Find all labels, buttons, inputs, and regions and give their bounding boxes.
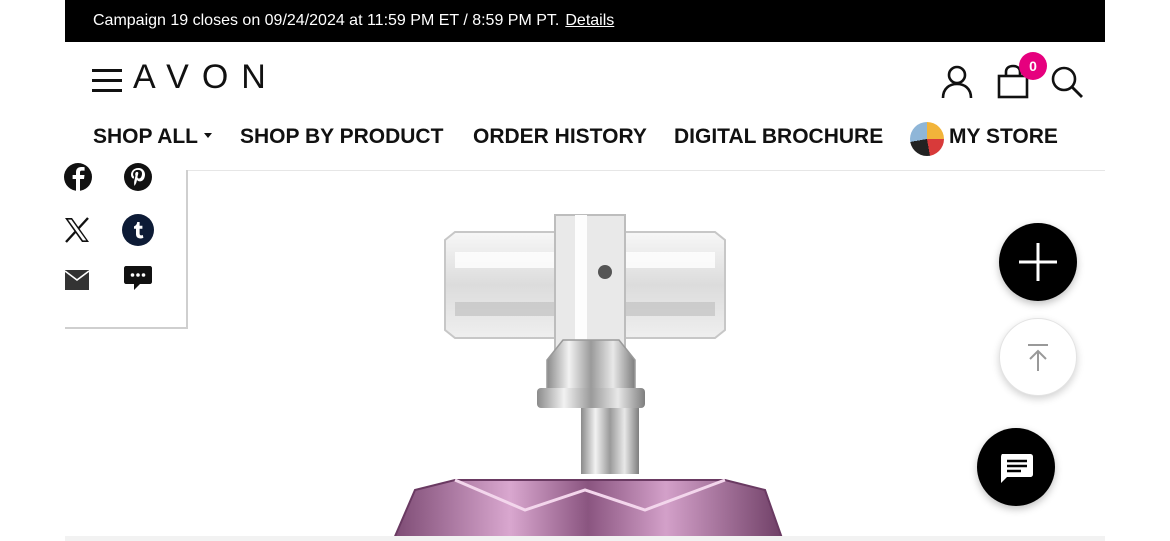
x-icon[interactable] [63,216,91,244]
nav-shop-by-product[interactable]: SHOP BY PRODUCT [240,125,443,149]
plus-icon[interactable] [999,223,1077,301]
search-icon[interactable] [1049,64,1085,100]
facebook-icon[interactable] [63,162,93,192]
chat-icon[interactable] [977,428,1055,506]
sms-icon[interactable] [124,265,152,291]
menu-icon[interactable] [92,66,122,96]
promo-bar: Campaign 19 closes on 09/24/2024 at 11:5… [65,0,1105,42]
cart-count-badge: 0 [1019,52,1047,80]
avon-logo[interactable]: AVON [133,58,279,97]
nav-my-store[interactable]: MY STORE [949,125,1058,149]
nav-shop-all[interactable]: SHOP ALL [93,125,213,149]
email-icon[interactable] [65,268,89,292]
nav-order-history[interactable]: ORDER HISTORY [473,125,647,149]
promo-details-link[interactable]: Details [565,12,614,30]
account-icon[interactable] [940,64,974,100]
store-avatar[interactable] [910,122,944,156]
arrow-up-icon[interactable] [999,318,1077,396]
page-bottom-divider [65,536,1105,541]
page-frame: Campaign 19 closes on 09/24/2024 at 11:5… [63,0,1105,541]
tumblr-icon[interactable] [122,214,154,246]
nav-digital-brochure[interactable]: DIGITAL BROCHURE [674,125,883,149]
pinterest-icon[interactable] [123,162,153,192]
caret-down-icon [204,132,213,138]
promo-message: Campaign 19 closes on 09/24/2024 at 11:5… [93,12,560,29]
site-header: AVON 0 [65,42,1105,118]
product-image-perfume-bottle [391,214,785,541]
nav-shop-all-label: SHOP ALL [93,125,199,148]
share-panel [63,163,188,329]
main-nav: SHOP ALL SHOP BY PRODUCT ORDER HISTORY D… [65,118,1105,171]
